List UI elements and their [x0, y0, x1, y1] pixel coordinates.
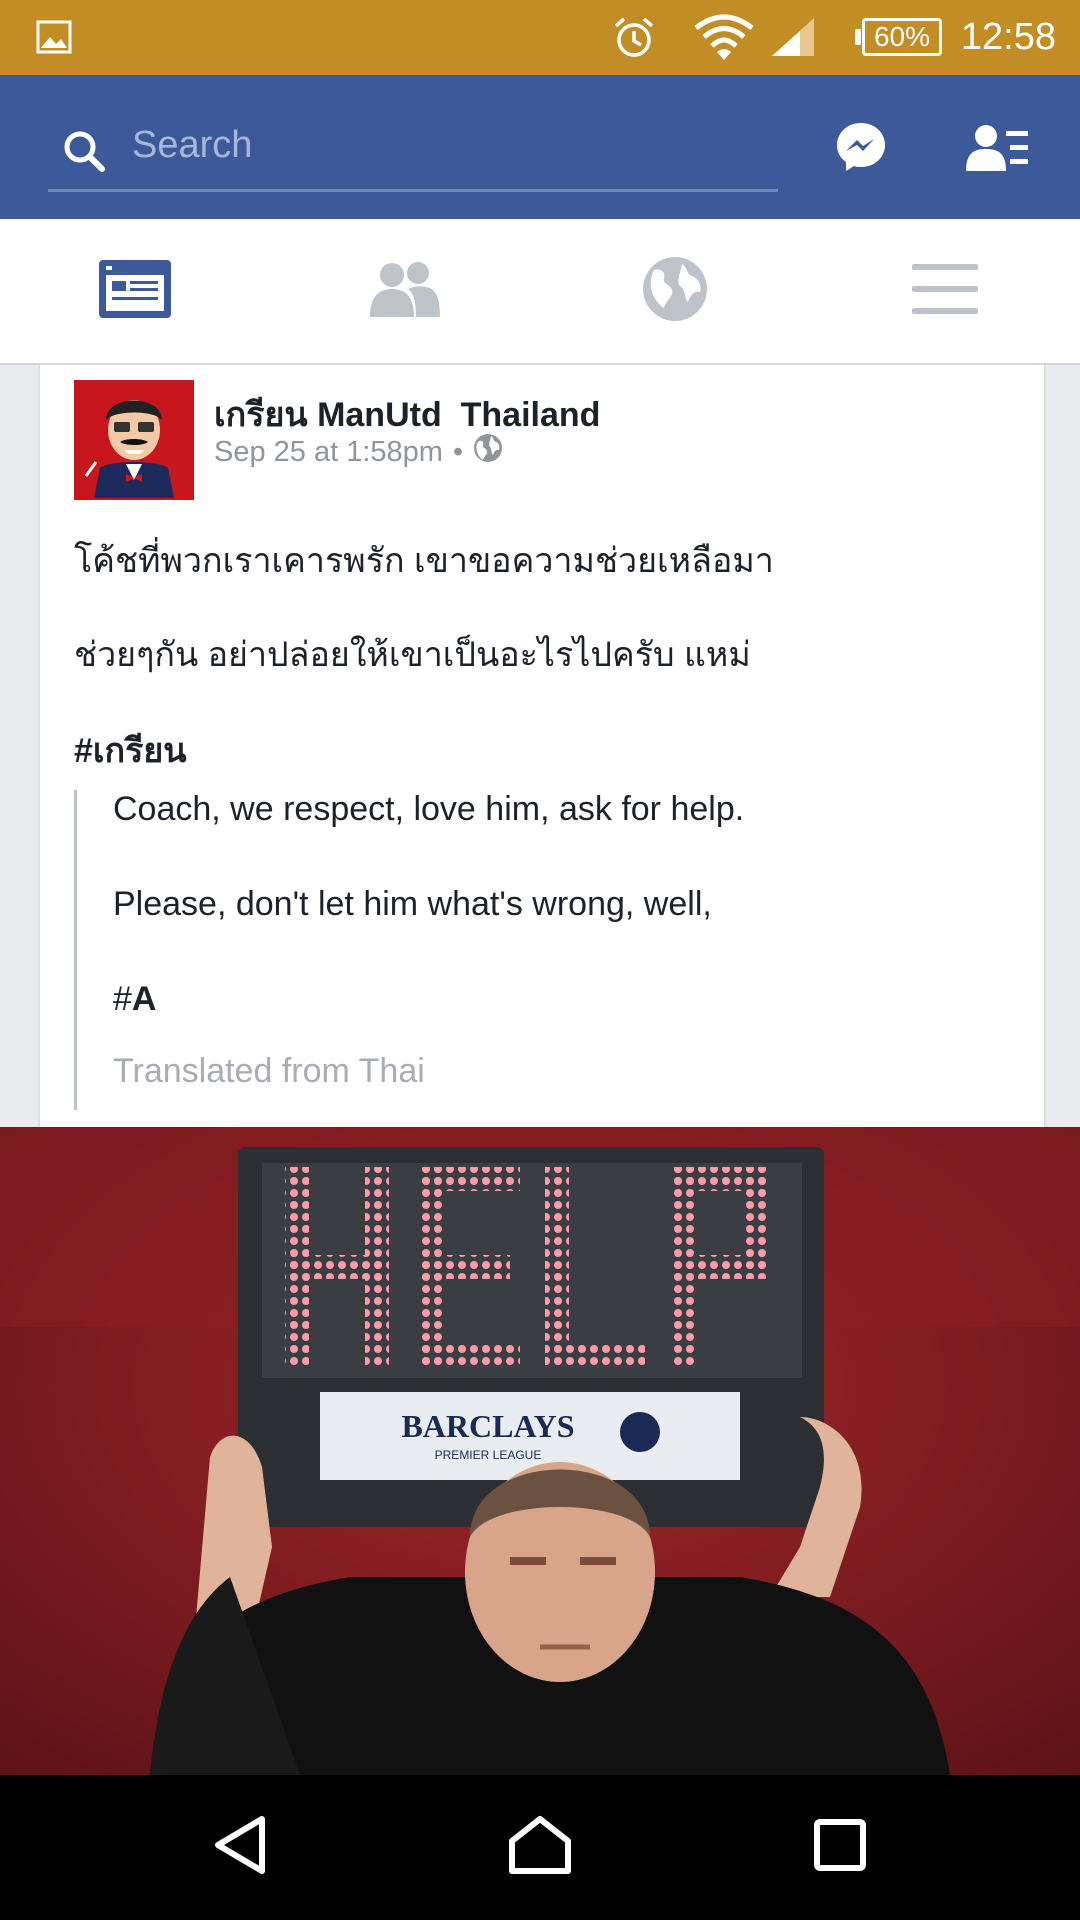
recent-apps-button[interactable] [740, 1775, 940, 1920]
translation-hashtag-prefix: # [113, 980, 132, 1018]
post-timestamp[interactable]: Sep 25 at 1:58pm [214, 436, 443, 469]
translated-from-note[interactable]: Translated from Thai [113, 1052, 425, 1091]
sponsor-sub-text: PREMIER LEAGUE [435, 1448, 542, 1462]
tab-bar [0, 219, 1080, 365]
globe-icon [642, 256, 708, 327]
back-button[interactable] [140, 1775, 340, 1920]
translation-block: Coach, we respect, love him, ask for hel… [74, 790, 977, 1110]
post-text-line-1: โค้ชที่พวกเราเคารพรัก เขาขอความช่วยเหลือ… [74, 542, 774, 580]
translation-line-2: Please, don't let him what's wrong, well… [113, 885, 712, 923]
search-input[interactable] [130, 119, 754, 171]
translation-line-1: Coach, we respect, love him, ask for hel… [113, 790, 745, 828]
translation-hashtag: #A [113, 980, 156, 1019]
post-photo[interactable]: BARCLAYS PREMIER LEAGUE [0, 1127, 1080, 1775]
friend-requests-icon[interactable] [966, 123, 1030, 178]
messenger-icon[interactable] [834, 120, 888, 179]
search-icon[interactable] [62, 129, 106, 178]
translation-hashtag-word: A [131, 980, 157, 1018]
top-header [0, 75, 1080, 219]
post-text-line-2: ช่วยๆกัน อย่าปล่อยให้เขาเป็นอะไรไปครับ แ… [74, 636, 751, 674]
wifi-icon [694, 14, 754, 67]
sponsor-text: BARCLAYS [401, 1408, 574, 1444]
avatar[interactable] [74, 380, 194, 500]
tab-menu[interactable] [810, 219, 1080, 363]
system-nav-bar [0, 1775, 1080, 1920]
status-bar: 60% 12:58 [0, 0, 1080, 75]
gallery-icon [36, 20, 72, 59]
meta-separator: • [452, 435, 464, 468]
friends-icon [368, 259, 442, 324]
post-card: เกรียน ManUtd Thailand Sep 25 at 1:58pm … [38, 365, 1046, 1127]
search-bar[interactable] [48, 105, 778, 192]
back-icon [212, 1815, 268, 1880]
post-meta: Sep 25 at 1:58pm • [214, 433, 503, 471]
home-button[interactable] [440, 1775, 640, 1920]
battery-icon: 60% [855, 18, 942, 56]
clock: 12:58 [960, 16, 1056, 58]
signal-icon [770, 16, 816, 63]
tab-news-feed[interactable] [0, 219, 270, 363]
hamburger-menu-icon [912, 262, 978, 321]
news-feed-icon [98, 259, 172, 324]
tab-friends[interactable] [270, 219, 540, 363]
tab-notifications[interactable] [540, 219, 810, 363]
recent-apps-icon [813, 1818, 867, 1877]
alarm-icon [612, 16, 656, 65]
post-hashtag[interactable]: #เกรียน [74, 723, 187, 777]
privacy-globe-icon [473, 433, 503, 471]
home-icon [508, 1815, 572, 1880]
